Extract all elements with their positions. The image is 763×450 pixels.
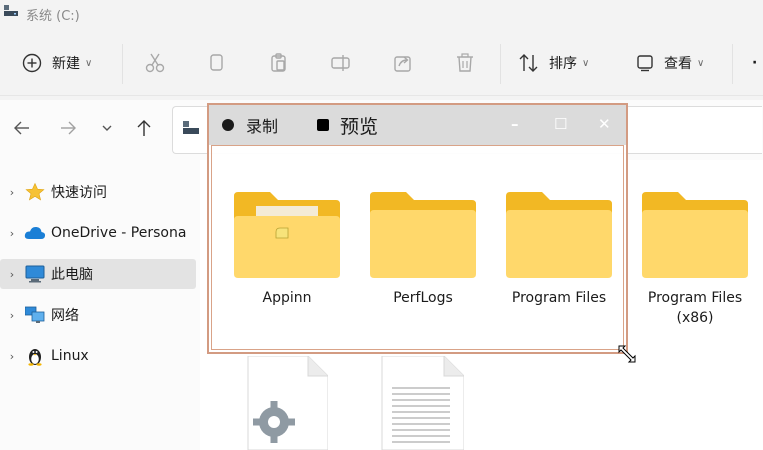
folder-item[interactable]: PerfLogs xyxy=(358,192,488,308)
navigation-pane: › 快速访问 › OneDrive - Persona › 此电脑 › 网络 ›… xyxy=(0,160,200,450)
folder-icon xyxy=(370,192,476,278)
view-button[interactable]: 查看 ∨ xyxy=(636,46,704,80)
clipboard-icon xyxy=(271,53,286,72)
sort-button-label: 排序 xyxy=(549,56,577,72)
command-bar: 新建 ∨ 排序 ∨ 查看 ∨ · xyxy=(0,34,763,96)
forward-arrow-icon[interactable] xyxy=(58,118,78,138)
window-title: 系统 (C:) xyxy=(26,9,80,24)
paste-button[interactable] xyxy=(268,46,290,80)
folder-name: Appinn xyxy=(262,290,312,306)
resize-cursor-icon[interactable] xyxy=(617,344,637,364)
folder-name: Program Files xyxy=(511,290,607,306)
folder-name-line2: (x86) xyxy=(676,310,714,326)
drive-icon xyxy=(183,121,199,134)
sidebar-item-linux[interactable]: › Linux xyxy=(0,341,196,371)
drive-icon xyxy=(4,5,18,16)
folder-item[interactable]: Program Files xyxy=(494,192,624,308)
toolbar-divider xyxy=(732,44,733,84)
sidebar-item-label: 快速访问 xyxy=(51,185,107,201)
chevron-down-icon: ∨ xyxy=(582,57,590,69)
close-button[interactable]: ✕ xyxy=(598,115,611,133)
chevron-down-icon: ∨ xyxy=(85,57,93,69)
more-button[interactable]: · xyxy=(752,46,757,80)
view-button-label: 查看 xyxy=(664,56,692,72)
chevron-down-icon: ∨ xyxy=(697,57,705,69)
new-button[interactable]: 新建 ∨ xyxy=(22,46,92,80)
more-button-label: · xyxy=(752,55,758,71)
record-dot-icon xyxy=(222,119,234,131)
minimize-button[interactable]: – xyxy=(511,115,519,133)
share-button[interactable] xyxy=(392,46,414,80)
up-arrow-icon[interactable] xyxy=(134,118,154,138)
preview-button[interactable]: 预览 xyxy=(316,112,378,139)
sidebar-item-quick-access[interactable]: › 快速访问 xyxy=(0,177,196,207)
file-item[interactable] xyxy=(380,355,465,450)
expand-chevron-icon[interactable]: › xyxy=(0,227,24,240)
sort-icon xyxy=(519,54,538,72)
stop-square-icon xyxy=(317,119,330,131)
file-item[interactable] xyxy=(246,355,329,450)
sidebar-item-onedrive[interactable]: › OneDrive - Persona xyxy=(0,218,196,248)
cut-button[interactable] xyxy=(144,46,166,80)
sidebar-item-label: 网络 xyxy=(51,308,79,324)
maximize-button[interactable]: ☐ xyxy=(554,115,567,133)
sidebar-item-this-pc[interactable]: › 此电脑 xyxy=(0,259,196,289)
star-icon xyxy=(25,182,45,201)
sidebar-item-label: 此电脑 xyxy=(51,267,93,283)
text-file-icon xyxy=(381,355,465,450)
sort-button[interactable]: 排序 ∨ xyxy=(518,46,589,80)
expand-chevron-icon[interactable]: › xyxy=(0,268,24,281)
folder-item[interactable]: Appinn xyxy=(222,192,352,308)
plus-circle-icon xyxy=(22,53,42,73)
folder-icon xyxy=(642,192,748,278)
window-titlebar: 系统 (C:) xyxy=(0,0,763,28)
view-icon xyxy=(637,55,653,72)
rename-button[interactable] xyxy=(330,46,352,80)
copy-icon xyxy=(210,54,223,71)
folder-icon xyxy=(506,192,612,278)
toolbar-divider xyxy=(122,44,123,84)
monitor-icon xyxy=(25,265,45,283)
preview-button-label: 预览 xyxy=(340,115,379,138)
settings-file-icon xyxy=(247,355,329,450)
cloud-icon xyxy=(24,226,46,239)
expand-chevron-icon[interactable]: › xyxy=(0,350,24,363)
delete-button[interactable] xyxy=(454,46,476,80)
expand-chevron-icon[interactable]: › xyxy=(0,309,24,322)
scissors-icon xyxy=(145,53,165,73)
trash-icon xyxy=(457,53,473,72)
rename-icon xyxy=(331,55,350,71)
share-icon xyxy=(394,56,411,72)
record-button[interactable]: 录制 xyxy=(221,113,278,137)
recent-locations-chevron-icon[interactable] xyxy=(100,123,114,133)
copy-button[interactable] xyxy=(206,46,228,80)
recorder-title-bar[interactable]: 录制 预览 – ☐ ✕ xyxy=(209,105,626,145)
expand-chevron-icon[interactable]: › xyxy=(0,186,24,199)
folder-name: PerfLogs xyxy=(393,290,453,306)
toolbar-divider xyxy=(500,44,501,84)
record-button-label: 录制 xyxy=(246,117,279,136)
new-button-label: 新建 xyxy=(52,56,80,72)
sidebar-item-label: Linux xyxy=(51,348,89,364)
penguin-icon xyxy=(28,349,42,366)
folder-item[interactable]: Program Files (x86) xyxy=(630,192,760,328)
sidebar-item-label: OneDrive - Persona xyxy=(51,225,187,241)
back-arrow-icon[interactable] xyxy=(12,118,32,138)
network-icon xyxy=(25,306,45,323)
folder-icon xyxy=(234,192,340,278)
folder-name: Program Files xyxy=(647,290,743,306)
sidebar-item-network[interactable]: › 网络 xyxy=(0,300,196,330)
